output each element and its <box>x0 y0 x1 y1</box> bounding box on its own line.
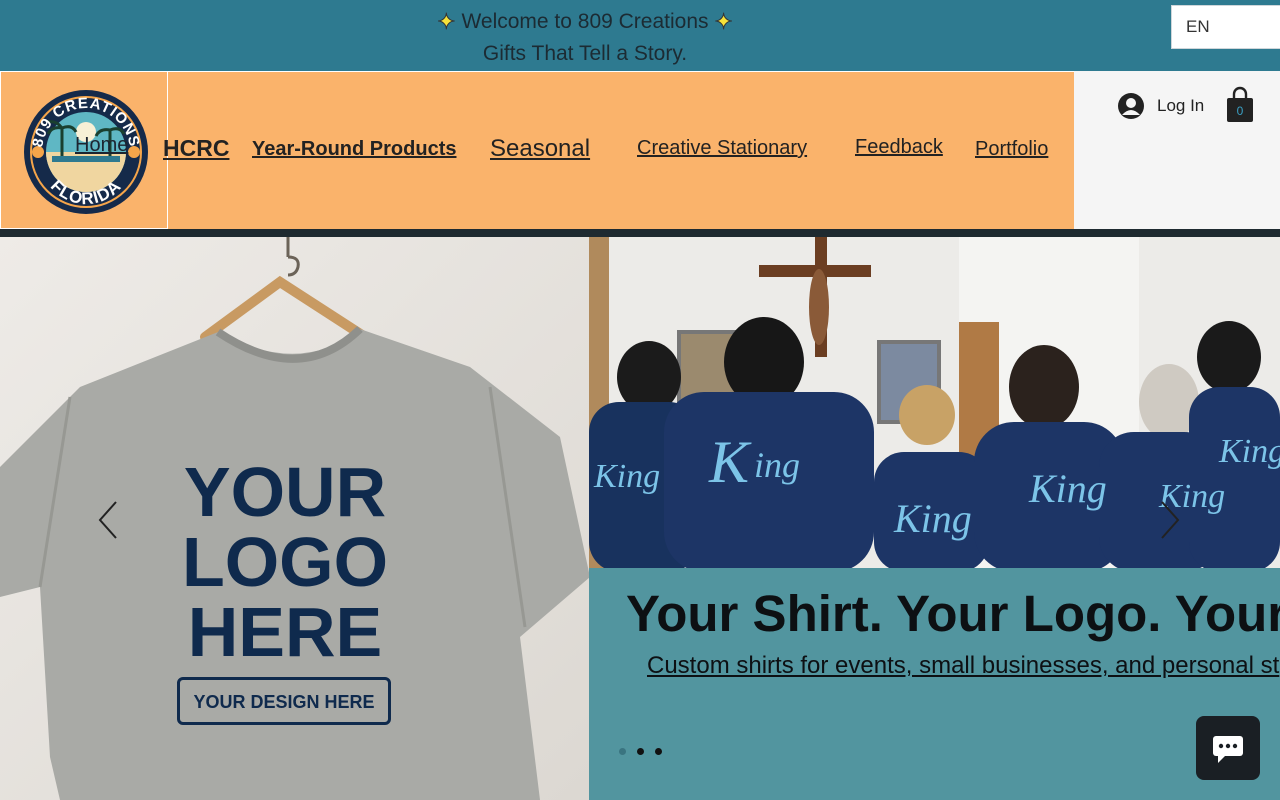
hero-text-panel: Your Shirt. Your Logo. Your Custom shirt… <box>589 568 1280 800</box>
header-divider <box>0 229 1280 237</box>
hero-title: Your Shirt. Your Logo. Your <box>626 585 1280 642</box>
slide-dot-2[interactable] <box>637 748 644 755</box>
nav-feedback[interactable]: Feedback <box>855 136 943 159</box>
banner-welcome-line: ✦ Welcome to 809 Creations ✦ <box>0 9 1170 35</box>
svg-text:King: King <box>593 458 660 495</box>
banner-welcome-text: Welcome to 809 Creations <box>461 10 709 33</box>
nav-creative-stationary[interactable]: Creative Stationary <box>637 137 807 160</box>
svg-text:King: King <box>893 496 972 541</box>
nav-hcrc[interactable]: HCRC <box>163 135 229 162</box>
svg-text:K: K <box>708 429 752 495</box>
shirt-design-badge: YOUR DESIGN HERE <box>177 677 391 725</box>
slide-dot-3[interactable] <box>655 748 662 755</box>
chevron-right-icon[interactable] <box>1158 500 1182 540</box>
banner-tagline: Gifts That Tell a Story. <box>482 42 688 65</box>
shirt-text-here: HERE <box>187 593 383 671</box>
announcement-banner: ✦ Welcome to 809 Creations ✦ Gifts That … <box>0 0 1280 71</box>
nav-portfolio[interactable]: Portfolio <box>975 138 1048 161</box>
shirt-design-badge-text: YOUR DESIGN HERE <box>193 692 375 712</box>
login-label: Log In <box>1157 96 1205 115</box>
svg-text:King: King <box>1218 433 1280 470</box>
cart-count: 0 <box>1236 104 1244 118</box>
hero-slide-image-left: YOUR LOGO HERE YOUR DESIGN HERE <box>0 237 589 800</box>
nav-year-round-products[interactable]: Year-Round Products <box>252 138 456 161</box>
chat-bubble-icon <box>1213 736 1243 763</box>
home-link-label[interactable]: Home <box>75 134 128 157</box>
user-circle-icon <box>1118 93 1144 119</box>
shirt-text-logo: LOGO <box>181 523 389 601</box>
nav-seasonal[interactable]: Seasonal <box>490 135 590 163</box>
chat-button[interactable] <box>1196 716 1260 780</box>
svg-text:ing: ing <box>754 445 800 485</box>
chevron-left-icon[interactable] <box>96 500 120 540</box>
sparkle-icon: ✦ <box>714 9 733 35</box>
hero-subtitle-link[interactable]: Custom shirts for events, small business… <box>647 652 1279 680</box>
language-selector[interactable]: EN <box>1171 5 1280 49</box>
shirt-text-your: YOUR <box>183 453 387 531</box>
slide-dot-1[interactable] <box>619 748 626 755</box>
sparkle-icon: ✦ <box>437 9 456 35</box>
language-selected: EN <box>1186 17 1210 36</box>
svg-text:King: King <box>1028 466 1107 511</box>
